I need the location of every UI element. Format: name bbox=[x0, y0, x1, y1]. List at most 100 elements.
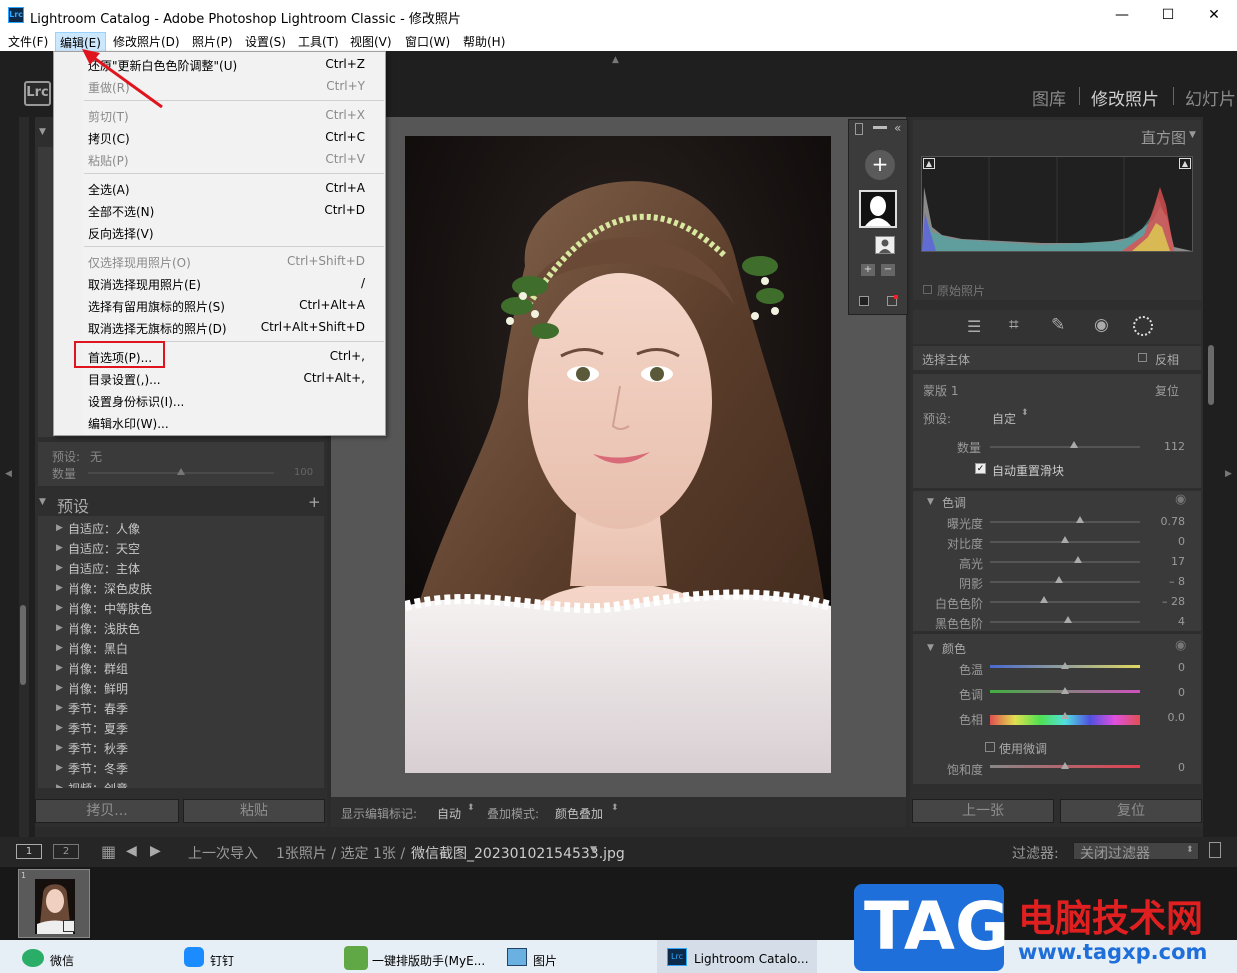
menu-view[interactable]: 视图(V) bbox=[350, 33, 392, 50]
taskbar-photos[interactable]: 图片 bbox=[533, 952, 557, 969]
expand-triangle-icon[interactable]: ▶ bbox=[56, 643, 63, 653]
slider-thumb[interactable] bbox=[1040, 596, 1048, 603]
preset-folder[interactable]: ▶ 自适应：人像 bbox=[38, 518, 324, 538]
expand-triangle-icon[interactable]: ▶ bbox=[56, 783, 63, 788]
slider-thumb[interactable] bbox=[1075, 516, 1084, 523]
preset-folder[interactable]: ▶ 肖像：群组 bbox=[38, 658, 324, 678]
module-library[interactable]: 图库 bbox=[1032, 85, 1066, 110]
preset-folder[interactable]: ▶ 视频：创意 bbox=[38, 778, 324, 788]
slider-thumb[interactable] bbox=[1061, 687, 1069, 694]
mask-thumbnail[interactable] bbox=[859, 190, 897, 228]
menu-tools[interactable]: 工具(T) bbox=[298, 33, 339, 50]
expand-triangle-icon[interactable]: ▶ bbox=[56, 603, 63, 613]
shadow-clipping-icon[interactable]: ▲ bbox=[923, 158, 935, 169]
overlay-color-icon[interactable] bbox=[887, 295, 898, 306]
overlay-mode-select[interactable]: 颜色叠加 bbox=[555, 805, 603, 822]
expand-triangle-icon[interactable]: ▶ bbox=[56, 523, 63, 533]
invert-checkbox[interactable] bbox=[1138, 353, 1147, 362]
menu-help[interactable]: 帮助(H) bbox=[463, 33, 505, 50]
expand-triangle-icon[interactable]: ▶ bbox=[56, 743, 63, 753]
collapse-left-icon[interactable]: ◀ bbox=[5, 469, 12, 479]
preset-folder[interactable]: ▶ 自适应：主体 bbox=[38, 558, 324, 578]
filter-select[interactable]: 关闭过滤器 ⬍ bbox=[1073, 842, 1199, 862]
previous-button[interactable]: 上一张 bbox=[912, 799, 1054, 823]
menu-file[interactable]: 文件(F) bbox=[8, 33, 48, 50]
menu-window[interactable]: 窗口(W) bbox=[405, 33, 450, 50]
filmstrip-thumbnail[interactable]: 1 bbox=[18, 869, 90, 938]
slider-thumb[interactable] bbox=[1061, 662, 1069, 669]
edit-menu-item[interactable]: 拷贝(C) Ctrl+C bbox=[54, 126, 385, 148]
slider-track[interactable] bbox=[990, 601, 1140, 603]
add-mask-icon[interactable]: + bbox=[865, 150, 895, 180]
edit-menu-item[interactable]: 目录设置(,)... Ctrl+Alt+, bbox=[54, 367, 385, 389]
filter-lock-icon[interactable] bbox=[1209, 842, 1221, 858]
edit-menu-item[interactable]: 取消选择无旗标的照片(D) Ctrl+Alt+Shift+D bbox=[54, 316, 385, 338]
back-arrow-icon[interactable]: ◀ bbox=[126, 843, 137, 859]
view-2-button[interactable]: 2 bbox=[53, 844, 79, 859]
navigator-triangle-icon[interactable]: ▼ bbox=[39, 127, 46, 137]
module-slideshow[interactable]: 幻灯片 bbox=[1185, 85, 1236, 110]
edit-menu-item[interactable]: 编辑水印(W)... bbox=[54, 411, 385, 433]
healing-icon[interactable]: ✎ bbox=[1051, 315, 1065, 335]
right-scrollbar[interactable] bbox=[1208, 345, 1214, 405]
expand-triangle-icon[interactable]: ▶ bbox=[56, 723, 63, 733]
edit-menu-item[interactable]: 选择有留用旗标的照片(S) Ctrl+Alt+A bbox=[54, 294, 385, 316]
slider-thumb[interactable] bbox=[1061, 712, 1069, 719]
preset-folder[interactable]: ▶ 肖像：深色皮肤 bbox=[38, 578, 324, 598]
add-preset-icon[interactable]: + bbox=[308, 493, 321, 511]
slider-thumb[interactable] bbox=[1061, 762, 1069, 769]
panel-toggle-icon[interactable] bbox=[855, 123, 863, 135]
preset-folder[interactable]: ▶ 自适应：天空 bbox=[38, 538, 324, 558]
slider-thumb[interactable] bbox=[1055, 576, 1063, 583]
module-develop[interactable]: 修改照片 bbox=[1091, 85, 1159, 110]
edit-menu-item[interactable]: 全部不选(N) Ctrl+D bbox=[54, 199, 385, 221]
original-photo-checkbox[interactable] bbox=[923, 285, 932, 294]
paste-button[interactable]: 粘贴 bbox=[183, 799, 325, 823]
subtract-from-mask-icon[interactable]: − bbox=[881, 264, 895, 276]
collapse-top-icon[interactable]: ▲ bbox=[612, 55, 619, 65]
fine-adjust-checkbox[interactable] bbox=[985, 742, 995, 752]
menu-settings[interactable]: 设置(S) bbox=[245, 33, 286, 50]
show-edit-pins-select[interactable]: 自动 bbox=[437, 805, 461, 822]
expand-triangle-icon[interactable]: ▶ bbox=[56, 623, 63, 633]
copy-button[interactable]: 拷贝... bbox=[35, 799, 179, 823]
close-button[interactable]: ✕ bbox=[1191, 0, 1237, 31]
expand-triangle-icon[interactable]: ▶ bbox=[56, 663, 63, 673]
expand-triangle-icon[interactable]: ▶ bbox=[56, 763, 63, 773]
slider-thumb[interactable] bbox=[1073, 556, 1082, 563]
mask-amount-thumb[interactable] bbox=[1070, 441, 1078, 448]
filename-dropdown-icon[interactable]: ▼ bbox=[590, 845, 597, 855]
amount-thumb[interactable] bbox=[177, 468, 185, 475]
add-to-mask-icon[interactable]: + bbox=[861, 264, 875, 276]
preset-folder[interactable]: ▶ 肖像：黑白 bbox=[38, 638, 324, 658]
eye-icon[interactable]: ◉ bbox=[1175, 638, 1186, 653]
grid-icon[interactable]: ▦ bbox=[101, 842, 116, 861]
edit-menu-item[interactable]: 全选(A) Ctrl+A bbox=[54, 177, 385, 199]
highlight-clipping-icon[interactable]: ▲ bbox=[1179, 158, 1191, 169]
expand-triangle-icon[interactable]: ▶ bbox=[56, 563, 63, 573]
auto-reset-checkbox[interactable]: ✓ bbox=[975, 463, 986, 474]
subject-mask-icon[interactable] bbox=[875, 236, 895, 254]
taskbar-dingtalk[interactable]: 钉钉 bbox=[210, 952, 234, 969]
tone-triangle-icon[interactable]: ▼ bbox=[927, 497, 934, 507]
show-overlay-checkbox[interactable] bbox=[859, 296, 869, 306]
preset-value[interactable]: 无 bbox=[90, 448, 102, 465]
mask-preset-select[interactable]: 自定 bbox=[992, 410, 1016, 427]
expand-triangle-icon[interactable]: ▶ bbox=[56, 703, 63, 713]
masking-icon[interactable] bbox=[1133, 316, 1153, 336]
edit-menu-item[interactable]: 反向选择(V) bbox=[54, 221, 385, 243]
eye-icon[interactable]: ◉ bbox=[1175, 492, 1186, 507]
left-scrollbar[interactable] bbox=[20, 605, 26, 685]
source-label[interactable]: 上一次导入 bbox=[188, 843, 258, 863]
mask-reset-link[interactable]: 复位 bbox=[1155, 382, 1179, 399]
taskbar-lightroom[interactable]: Lightroom Catalo... bbox=[694, 952, 809, 966]
presets-triangle-icon[interactable]: ▼ bbox=[39, 497, 46, 507]
color-triangle-icon[interactable]: ▼ bbox=[927, 643, 934, 653]
reset-button[interactable]: 复位 bbox=[1060, 799, 1202, 823]
menu-photo[interactable]: 照片(P) bbox=[192, 33, 233, 50]
edit-sliders-icon[interactable]: ☰ bbox=[967, 317, 981, 336]
edit-menu-item[interactable]: 设置身份标识(I)... bbox=[54, 389, 385, 411]
slider-track[interactable] bbox=[990, 561, 1140, 563]
slider-thumb[interactable] bbox=[1064, 616, 1072, 623]
preset-folder[interactable]: ▶ 季节：冬季 bbox=[38, 758, 324, 778]
